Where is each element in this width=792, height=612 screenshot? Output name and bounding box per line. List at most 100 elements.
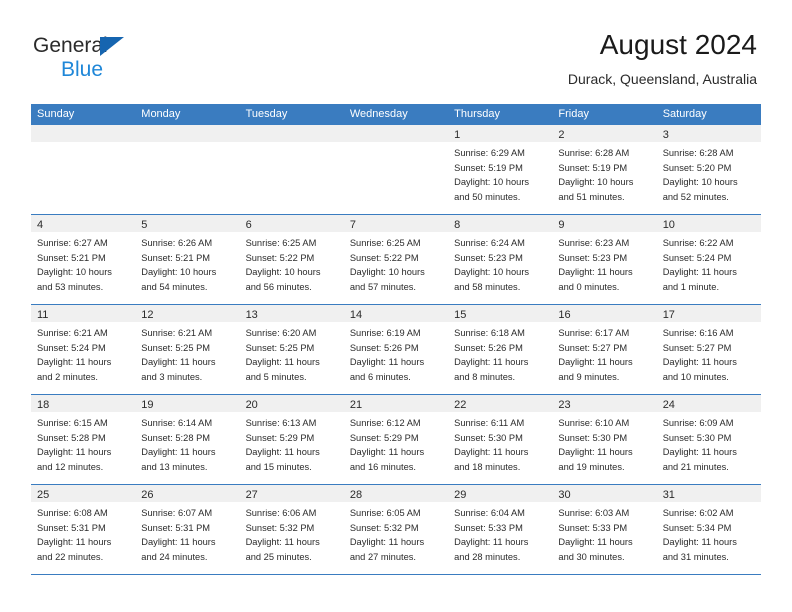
- day-cell-9[interactable]: 9 Sunrise: 6:23 AM Sunset: 5:23 PM Daylight…: [552, 215, 657, 304]
- day-number-band: 24: [656, 395, 761, 412]
- calendar-weeks: 1 Sunrise: 6:29 AM Sunset: 5:19 PM Daylight…: [31, 125, 761, 575]
- day-number: 26: [141, 489, 154, 501]
- day-sun-info: Sunrise: 6:05 AM Sunset: 5:32 PM Daylight:…: [344, 502, 448, 564]
- day-cell-16[interactable]: 16 Sunrise: 6:17 AM Sunset: 5:27 PM Dayligh…: [552, 305, 657, 394]
- day-cell-27[interactable]: 27 Sunrise: 6:06 AM Sunset: 5:32 PM Dayligh…: [239, 485, 344, 574]
- day-info-line: Daylight: 11 hours: [454, 357, 529, 368]
- day-cell-17[interactable]: 17 Sunrise: 6:16 AM Sunset: 5:27 PM Dayligh…: [656, 305, 761, 394]
- day-sun-info: Sunrise: 6:28 AM Sunset: 5:20 PM Daylight:…: [657, 142, 761, 204]
- page-header: General Blue August 2024 Durack, Queensl…: [0, 0, 792, 103]
- day-cell-empty: [135, 125, 240, 214]
- day-number: 1: [454, 129, 461, 141]
- calendar-grid: Sunday Monday Tuesday Wednesday Thursday Frid…: [31, 104, 761, 575]
- day-info-line: Sunrise: 6:24 AM: [454, 238, 525, 248]
- day-info-line: Daylight: 10 hours: [141, 267, 217, 278]
- day-number-band: 15: [448, 305, 553, 322]
- day-sun-info: Sunrise: 6:12 AM Sunset: 5:29 PM Daylight:…: [344, 412, 448, 474]
- day-sun-info: Sunrise: 6:15 AM Sunset: 5:28 PM Daylight:…: [31, 412, 135, 474]
- day-info-line: Sunset: 5:28 PM: [37, 432, 106, 443]
- day-info-line: and 18 minutes.: [454, 461, 521, 472]
- day-info-line: Sunset: 5:26 PM: [349, 342, 419, 353]
- day-cell-3[interactable]: 3 Sunrise: 6:28 AM Sunset: 5:20 PM Daylight…: [656, 125, 761, 214]
- day-info-line: Daylight: 11 hours: [558, 447, 633, 458]
- day-info-line: Sunrise: 6:10 AM: [558, 418, 630, 428]
- day-info-line: Daylight: 11 hours: [141, 537, 216, 548]
- day-cell-20[interactable]: 20 Sunrise: 6:13 AM Sunset: 5:29 PM Dayligh…: [239, 395, 344, 484]
- day-info-line: and 57 minutes.: [349, 281, 416, 292]
- day-info-line: Sunset: 5:19 PM: [558, 162, 628, 173]
- day-info-line: Sunset: 5:25 PM: [245, 342, 315, 353]
- day-number-band: [239, 125, 344, 142]
- day-info-line: and 31 minutes.: [662, 551, 729, 562]
- day-cell-23[interactable]: 23 Sunrise: 6:10 AM Sunset: 5:30 PM Dayligh…: [552, 395, 657, 484]
- day-info-line: Daylight: 11 hours: [454, 447, 529, 458]
- day-cell-12[interactable]: 12 Sunrise: 6:21 AM Sunset: 5:25 PM Dayligh…: [135, 305, 240, 394]
- day-info-line: Daylight: 11 hours: [37, 357, 112, 368]
- day-cell-5[interactable]: 5 Sunrise: 6:26 AM Sunset: 5:21 PM Daylight…: [135, 215, 240, 304]
- day-cell-31[interactable]: 31 Sunrise: 6:02 AM Sunset: 5:34 PM Dayligh…: [656, 485, 761, 574]
- day-cell-22[interactable]: 22 Sunrise: 6:11 AM Sunset: 5:30 PM Dayligh…: [448, 395, 553, 484]
- day-number: 5: [141, 219, 148, 231]
- day-info-line: Daylight: 11 hours: [662, 267, 737, 278]
- day-cell-4[interactable]: 4 Sunrise: 6:27 AM Sunset: 5:21 PM Daylight…: [31, 215, 136, 304]
- day-cell-6[interactable]: 6 Sunrise: 6:25 AM Sunset: 5:22 PM Daylight…: [239, 215, 344, 304]
- day-info-line: Sunset: 5:21 PM: [141, 252, 211, 263]
- day-info-line: Sunrise: 6:06 AM: [245, 508, 317, 518]
- day-info-line: Daylight: 10 hours: [245, 267, 321, 278]
- day-cell-13[interactable]: 13 Sunrise: 6:20 AM Sunset: 5:25 PM Dayligh…: [239, 305, 344, 394]
- day-cell-30[interactable]: 30 Sunrise: 6:03 AM Sunset: 5:33 PM Dayligh…: [552, 485, 657, 574]
- day-info-line: Daylight: 10 hours: [349, 267, 425, 278]
- day-sun-info: [240, 142, 344, 146]
- day-sun-info: Sunrise: 6:09 AM Sunset: 5:30 PM Daylight:…: [657, 412, 761, 474]
- day-number: 23: [558, 399, 571, 411]
- logo-text-blue: Blue: [61, 58, 104, 81]
- day-sun-info: Sunrise: 6:28 AM Sunset: 5:19 PM Daylight:…: [552, 142, 656, 204]
- day-sun-info: Sunrise: 6:04 AM Sunset: 5:33 PM Daylight:…: [448, 502, 552, 564]
- day-cell-empty: [239, 125, 344, 214]
- day-cell-15[interactable]: 15 Sunrise: 6:18 AM Sunset: 5:26 PM Dayligh…: [448, 305, 553, 394]
- day-number-band: 13: [239, 305, 344, 322]
- day-info-line: Daylight: 10 hours: [37, 267, 112, 278]
- day-cell-10[interactable]: 10 Sunrise: 6:22 AM Sunset: 5:24 PM Dayligh…: [656, 215, 761, 304]
- day-sun-info: Sunrise: 6:26 AM Sunset: 5:21 PM Daylight:…: [135, 232, 239, 294]
- day-number: 3: [662, 129, 669, 141]
- day-info-line: Daylight: 11 hours: [558, 357, 633, 368]
- day-number: 10: [662, 219, 675, 231]
- day-cell-29[interactable]: 29 Sunrise: 6:04 AM Sunset: 5:33 PM Dayligh…: [448, 485, 553, 574]
- day-cell-11[interactable]: 11 Sunrise: 6:21 AM Sunset: 5:24 PM Dayligh…: [31, 305, 136, 394]
- weekday-header-wednesday: Wednesday: [349, 108, 408, 120]
- day-cell-18[interactable]: 18 Sunrise: 6:15 AM Sunset: 5:28 PM Dayligh…: [31, 395, 136, 484]
- day-cell-7[interactable]: 7 Sunrise: 6:25 AM Sunset: 5:22 PM Daylight…: [343, 215, 449, 304]
- weekday-header-tuesday: Tuesday: [245, 108, 288, 120]
- day-info-line: Daylight: 10 hours: [662, 177, 738, 188]
- day-number-band: 11: [31, 305, 136, 322]
- calendar-week-row: 11 Sunrise: 6:21 AM Sunset: 5:24 PM Dayligh…: [31, 305, 761, 395]
- day-info-line: Daylight: 11 hours: [662, 537, 737, 548]
- day-info-line: Sunset: 5:31 PM: [141, 522, 211, 533]
- day-info-line: Daylight: 11 hours: [37, 447, 112, 458]
- day-cell-1[interactable]: 1 Sunrise: 6:29 AM Sunset: 5:19 PM Daylight…: [448, 125, 553, 214]
- day-info-line: and 12 minutes.: [37, 461, 104, 472]
- title-block: August 2024 Durack, Queensland, Australi…: [568, 28, 757, 89]
- day-number: 30: [558, 489, 571, 501]
- day-info-line: Sunset: 5:23 PM: [454, 252, 523, 263]
- day-cell-21[interactable]: 21 Sunrise: 6:12 AM Sunset: 5:29 PM Dayligh…: [343, 395, 449, 484]
- day-info-line: and 1 minute.: [662, 281, 720, 292]
- day-info-line: Sunrise: 6:07 AM: [141, 508, 213, 518]
- weekday-header-sunday: Sunday: [37, 108, 75, 120]
- day-number-band: 30: [552, 485, 657, 502]
- day-sun-info: [344, 142, 448, 146]
- day-cell-26[interactable]: 26 Sunrise: 6:07 AM Sunset: 5:31 PM Dayligh…: [135, 485, 240, 574]
- day-cell-24[interactable]: 24 Sunrise: 6:09 AM Sunset: 5:30 PM Dayligh…: [656, 395, 761, 484]
- general-blue-logo[interactable]: General Blue: [33, 33, 153, 81]
- day-sun-info: Sunrise: 6:21 AM Sunset: 5:24 PM Daylight:…: [31, 322, 135, 384]
- day-cell-14[interactable]: 14 Sunrise: 6:19 AM Sunset: 5:26 PM Dayligh…: [343, 305, 449, 394]
- day-sun-info: [31, 142, 135, 146]
- day-cell-25[interactable]: 25 Sunrise: 6:08 AM Sunset: 5:31 PM Dayligh…: [31, 485, 136, 574]
- day-cell-2[interactable]: 2 Sunrise: 6:28 AM Sunset: 5:19 PM Daylight…: [552, 125, 657, 214]
- day-cell-8[interactable]: 8 Sunrise: 6:24 AM Sunset: 5:23 PM Daylight…: [448, 215, 553, 304]
- day-cell-19[interactable]: 19 Sunrise: 6:14 AM Sunset: 5:28 PM Dayligh…: [135, 395, 240, 484]
- day-info-line: Daylight: 10 hours: [454, 267, 530, 278]
- day-number: 4: [37, 219, 44, 231]
- day-cell-28[interactable]: 28 Sunrise: 6:05 AM Sunset: 5:32 PM Dayligh…: [343, 485, 449, 574]
